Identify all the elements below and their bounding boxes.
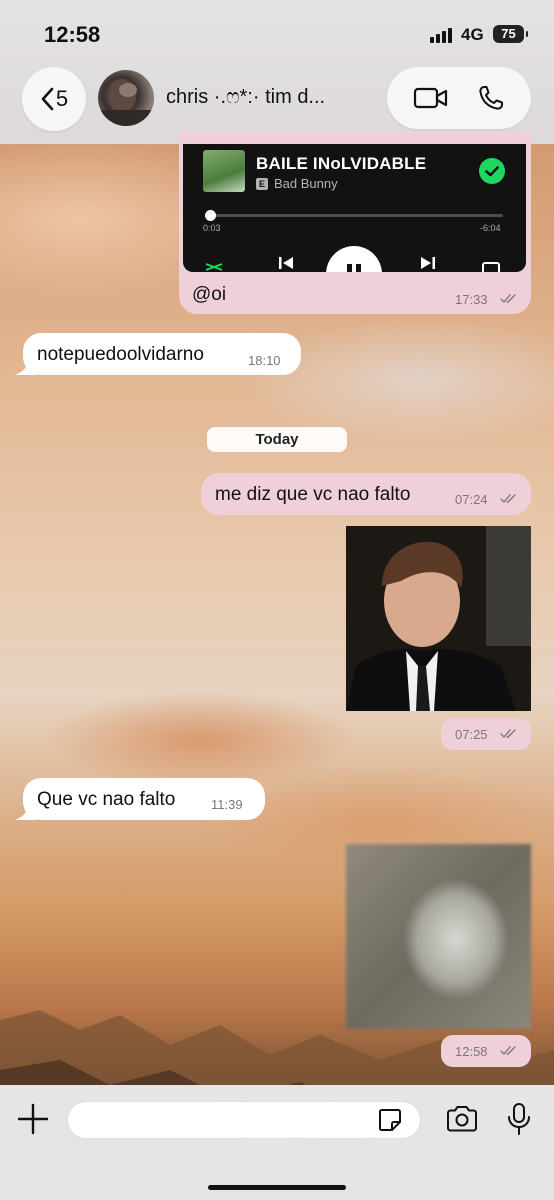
progress-knob[interactable] [204,210,216,221]
next-track-icon[interactable] [420,256,436,270]
message-input[interactable] [67,1101,421,1139]
message-time: 07:25 [455,727,488,742]
device-icon[interactable] [481,262,501,272]
plus-icon[interactable] [16,1102,50,1136]
message-text: notepuedoolvidarno [37,344,204,365]
avatar-image [98,79,154,126]
status-bar: 12:58 4G 75 [0,0,554,64]
bubble-tail [14,805,36,820]
battery-icon: 75 [493,25,528,43]
sticker-icon[interactable] [377,1107,403,1133]
network-type: 4G [461,25,484,44]
shuffle-icon[interactable] [205,262,223,272]
elapsed-time: 0:03 [203,223,221,233]
read-receipt-icon [500,1046,516,1056]
chevron-left-icon [41,87,54,111]
explicit-badge: E [256,178,268,190]
back-button[interactable]: 5 [22,67,86,131]
remaining-time: -6:04 [480,223,501,233]
track-artist: Bad Bunny [274,176,338,191]
home-indicator [208,1185,346,1190]
message-text: @oi [192,284,227,305]
message-time: 12:58 [455,1044,488,1059]
bubble-tail [14,360,36,375]
message-text: Que vc nao falto [37,789,176,810]
music-card[interactable]: BAILE INoLVIDABLE E Bad Bunny 0:03 -6:04 [183,144,526,272]
status-time: 12:58 [44,22,101,47]
read-receipt-icon [500,494,516,504]
pause-button[interactable] [326,246,382,272]
message-text: me diz que vc nao falto [215,484,411,505]
contact-name[interactable]: chris ·.ෆ*:· tim d... [166,86,376,109]
photo-message[interactable] [346,844,531,1029]
saved-check-icon[interactable] [479,158,505,184]
track-title: BAILE INoLVIDABLE [256,154,427,173]
day-separator: Today [207,427,347,452]
message-time: 17:33 [455,292,488,307]
photo-message[interactable] [346,526,531,711]
unread-count: 5 [55,86,69,111]
video-camera-icon[interactable] [413,86,449,110]
microphone-icon[interactable] [506,1102,532,1136]
album-art [203,150,245,192]
signal-icon [430,27,452,43]
call-actions [387,67,531,129]
message-time: 18:10 [248,353,281,368]
progress-bar[interactable] [207,214,503,217]
read-receipt-icon [500,294,516,304]
message-time: 11:39 [211,797,243,812]
previous-track-icon[interactable] [278,256,294,270]
message-time: 07:24 [455,492,488,507]
read-receipt-icon [500,729,516,739]
camera-icon[interactable] [445,1104,479,1134]
avatar[interactable] [98,70,154,126]
phone-icon[interactable] [477,84,505,112]
photo-portrait [346,526,531,711]
